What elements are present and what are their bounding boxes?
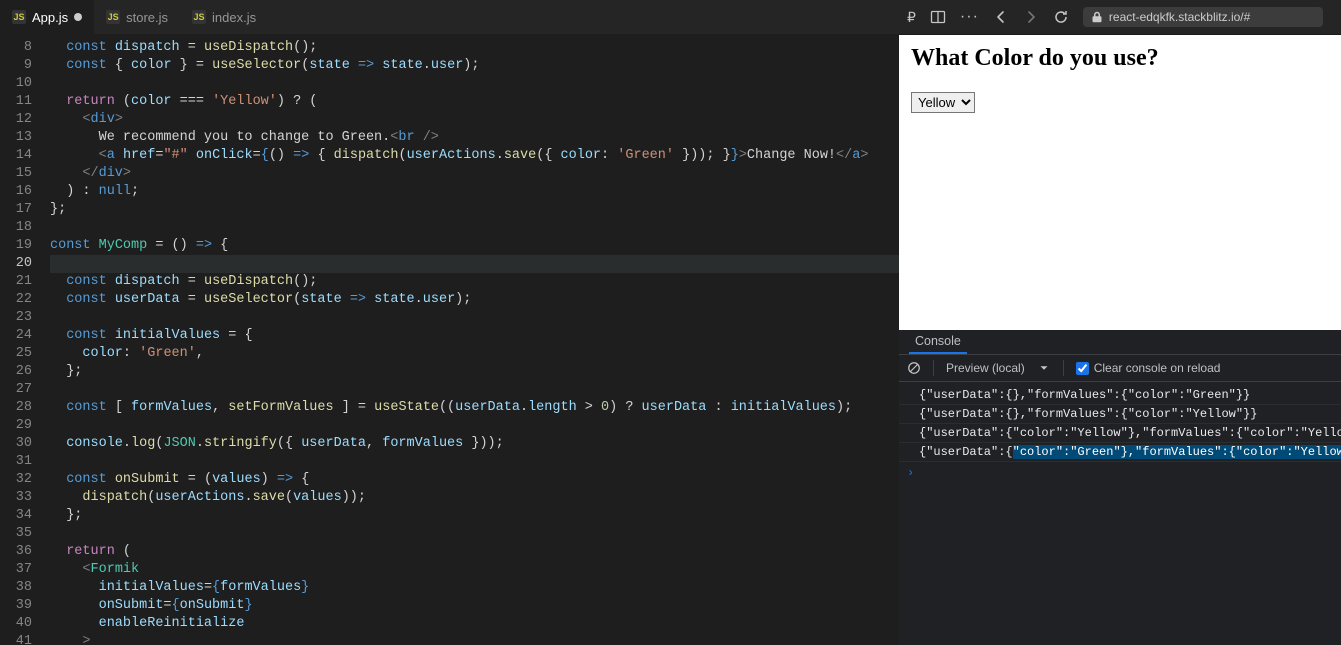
console-context[interactable]: Preview (local)	[946, 361, 1025, 375]
code-line[interactable]: const { color } = useSelector(state => s…	[50, 57, 899, 75]
code-line[interactable]	[50, 525, 899, 543]
split-panel-icon[interactable]	[930, 9, 946, 25]
code-line[interactable]: return (	[50, 543, 899, 561]
code-line[interactable]: const dispatch = useDispatch();	[50, 39, 899, 57]
code-line[interactable]: <a href="#" onClick={() => { dispatch(us…	[50, 147, 899, 165]
code-line[interactable]: <div>	[50, 111, 899, 129]
preview-toolbar: ₽ ··· react-edqkfk.stackblitz.io/#	[899, 0, 1341, 35]
more-icon[interactable]: ···	[960, 8, 979, 26]
js-file-icon: JS	[106, 10, 120, 24]
code-editor[interactable]: 8910111213141516171819202122232425262728…	[0, 35, 899, 645]
code-line[interactable]: ) : null;	[50, 183, 899, 201]
clear-on-reload-toggle[interactable]: Clear console on reload	[1076, 361, 1221, 375]
console-tab[interactable]: Console	[909, 330, 967, 354]
code-line[interactable]: onSubmit={onSubmit}	[50, 597, 899, 615]
tab-label: App.js	[32, 10, 68, 25]
code-line[interactable]: const userData = useSelector(state => st…	[50, 291, 899, 309]
preview-heading: What Color do you use?	[911, 45, 1329, 72]
code-line[interactable]: };	[50, 507, 899, 525]
tab-label: index.js	[212, 10, 256, 25]
editor-tab[interactable]: JS index.js	[180, 0, 268, 35]
code-line[interactable]: return (color === 'Yellow') ? (	[50, 93, 899, 111]
code-line[interactable]: const initialValues = {	[50, 327, 899, 345]
editor-tab-bar: JS App.js JS store.js JS index.js	[0, 0, 899, 35]
code-line[interactable]	[50, 417, 899, 435]
editor-tab[interactable]: JS App.js	[0, 0, 94, 35]
code-line[interactable]: const dispatch = useDispatch();	[50, 273, 899, 291]
code-line[interactable]: console.log(JSON.stringify({ userData, f…	[50, 435, 899, 453]
preview-pane: What Color do you use? Yellow	[899, 35, 1341, 330]
console-toolbar: Preview (local) Clear console on reload	[899, 354, 1341, 382]
clear-on-reload-label: Clear console on reload	[1094, 361, 1221, 375]
code-line[interactable]: };	[50, 201, 899, 219]
console-log-line[interactable]: {"userData":{"color":"Green"},"formValue…	[899, 443, 1341, 462]
unsaved-dot-icon	[74, 13, 82, 21]
js-file-icon: JS	[12, 10, 26, 24]
reload-icon[interactable]	[1053, 9, 1069, 25]
console-output[interactable]: {"userData":{},"formValues":{"color":"Gr…	[899, 382, 1341, 645]
code-line[interactable]: const MyComp = () => {	[50, 237, 899, 255]
lock-icon	[1091, 11, 1103, 23]
code-line[interactable]: </div>	[50, 165, 899, 183]
forward-icon[interactable]	[1023, 9, 1039, 25]
clear-console-icon[interactable]	[907, 361, 921, 375]
code-line[interactable]: initialValues={formValues}	[50, 579, 899, 597]
code-line[interactable]: >	[50, 633, 899, 645]
code-line[interactable]	[50, 453, 899, 471]
code-line[interactable]: <Formik	[50, 561, 899, 579]
code-line[interactable]: const [ formValues, setFormValues ] = us…	[50, 399, 899, 417]
console-log-line[interactable]: {"userData":{},"formValues":{"color":"Gr…	[899, 386, 1341, 405]
url-text: react-edqkfk.stackblitz.io/#	[1109, 10, 1250, 24]
line-number-gutter: 8910111213141516171819202122232425262728…	[0, 35, 50, 645]
tab-label: store.js	[126, 10, 168, 25]
context-dropdown-icon[interactable]	[1037, 361, 1051, 375]
clear-on-reload-checkbox[interactable]	[1076, 362, 1089, 375]
address-bar[interactable]: react-edqkfk.stackblitz.io/#	[1083, 7, 1323, 27]
color-select[interactable]: Yellow	[911, 92, 975, 113]
console-tab-bar: Console	[899, 330, 1341, 354]
code-line[interactable]: };	[50, 363, 899, 381]
console-log-line[interactable]: {"userData":{},"formValues":{"color":"Ye…	[899, 405, 1341, 424]
code-line[interactable]	[50, 75, 899, 93]
code-line[interactable]	[50, 255, 899, 273]
code-area[interactable]: const dispatch = useDispatch(); const { …	[50, 35, 899, 645]
console-prompt[interactable]	[899, 462, 1341, 484]
code-line[interactable]: dispatch(userActions.save(values));	[50, 489, 899, 507]
code-line[interactable]	[50, 309, 899, 327]
back-icon[interactable]	[993, 9, 1009, 25]
code-line[interactable]: color: 'Green',	[50, 345, 899, 363]
console-log-line[interactable]: {"userData":{"color":"Yellow"},"formValu…	[899, 424, 1341, 443]
code-line[interactable]	[50, 219, 899, 237]
code-line[interactable]: const onSubmit = (values) => {	[50, 471, 899, 489]
js-file-icon: JS	[192, 10, 206, 24]
code-line[interactable]: enableReinitialize	[50, 615, 899, 633]
editor-tab[interactable]: JS store.js	[94, 0, 180, 35]
code-line[interactable]	[50, 381, 899, 399]
code-line[interactable]: We recommend you to change to Green.<br …	[50, 129, 899, 147]
ruble-icon[interactable]: ₽	[907, 9, 916, 26]
